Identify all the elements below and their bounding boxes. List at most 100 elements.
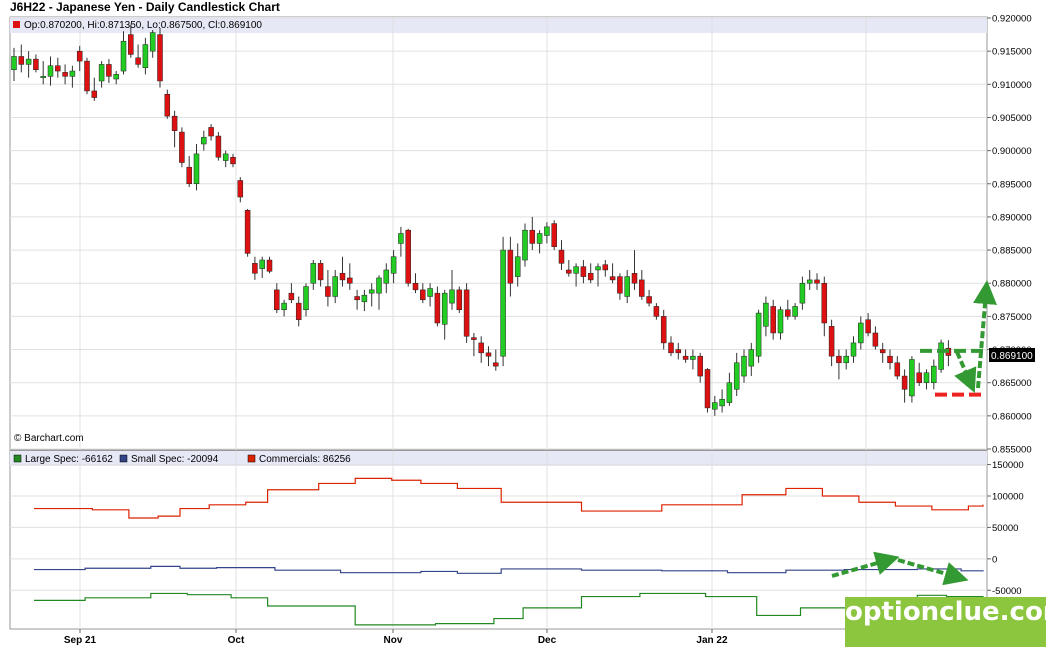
- small-spec-legend: Small Spec: -20094: [131, 454, 219, 465]
- price-tick-label: 0.905000: [992, 113, 1032, 124]
- candle-body-up: [11, 56, 17, 70]
- candle-body-up: [712, 402, 718, 410]
- candle-body-up: [69, 70, 76, 77]
- candle-body-up: [390, 256, 397, 274]
- candle-body-up: [799, 282, 806, 304]
- candle-body-down: [478, 342, 484, 354]
- commercials-swatch: [247, 454, 256, 463]
- candle-body-down: [639, 279, 645, 297]
- x-tick-label: Sep 21: [64, 635, 97, 646]
- small-spec-swatch: [119, 454, 128, 463]
- candle: [755, 309, 762, 363]
- candle-body-down: [295, 302, 302, 320]
- candle-body-down: [463, 289, 470, 337]
- candle-body-up: [522, 229, 528, 261]
- x-tick-label: Oct: [228, 635, 245, 646]
- candle-body-down: [420, 289, 426, 301]
- candle-body-up: [427, 288, 433, 297]
- candle-body-up: [923, 372, 930, 383]
- x-tick-label: Nov: [384, 635, 403, 646]
- candle-body-down: [106, 64, 112, 77]
- candle-body-down: [551, 223, 557, 248]
- candle-body-up: [281, 302, 287, 311]
- candle-body-down: [171, 115, 178, 131]
- candle-body-up: [806, 279, 813, 284]
- candle-body-down: [916, 372, 922, 383]
- candle-body-up: [719, 399, 725, 407]
- candle-body-down: [894, 362, 901, 377]
- candle-body-up: [201, 137, 207, 145]
- candle-body-down: [529, 229, 536, 244]
- candle-body-up: [755, 312, 762, 357]
- candle: [938, 339, 944, 373]
- candle-body-down: [814, 279, 820, 284]
- candle-body-down: [887, 355, 893, 364]
- price-tick-label: 0.865000: [992, 378, 1032, 389]
- candle-body-up: [259, 259, 265, 269]
- cot-tick-label: 100000: [992, 492, 1024, 503]
- candle: [463, 283, 470, 343]
- candle: [522, 223, 528, 267]
- price-axis-labels: 0.920000 0.915000 0.910000 0.905000 0.900000…: [992, 14, 1032, 456]
- candle-body-up: [361, 294, 368, 303]
- cot-tick-label: -50000: [992, 586, 1022, 597]
- candle-body-up: [690, 355, 696, 360]
- candle-body-up: [624, 276, 630, 297]
- candle-body-down: [507, 249, 514, 284]
- price-tick-label: 0.885000: [992, 246, 1032, 257]
- cot-axis-labels: 150000 100000 50000 0 -50000: [992, 460, 1024, 597]
- price-panel: [9, 16, 988, 451]
- chart-canvas: 0.920000 0.915000 0.910000 0.905000 0.900000…: [9, 14, 1035, 646]
- candle: [551, 220, 557, 251]
- candle-body-down: [347, 277, 353, 284]
- cot-tick-label: 50000: [992, 523, 1018, 534]
- candle-body-down: [288, 292, 295, 301]
- candle-body-down: [901, 375, 908, 390]
- candle-body-up: [120, 40, 127, 72]
- candle-body-down: [237, 180, 244, 198]
- last-price-value: 0.869100: [991, 351, 1033, 362]
- candle-body-down: [828, 326, 835, 357]
- candle-body-down: [697, 355, 703, 377]
- candle-body-down: [485, 352, 492, 357]
- candle-body-down: [164, 94, 171, 117]
- candle-body-up: [25, 58, 32, 65]
- price-tick-label: 0.900000: [992, 146, 1032, 157]
- candle-body-down: [587, 273, 594, 281]
- candle: [909, 356, 915, 403]
- candle-body-down: [872, 332, 879, 347]
- candle-body-down: [660, 316, 667, 344]
- candle-body-up: [303, 286, 309, 311]
- candle-body-down: [339, 273, 346, 281]
- price-tick-label: 0.875000: [992, 312, 1032, 323]
- candle-body-down: [580, 266, 587, 277]
- candle: [456, 286, 463, 314]
- candle-body-down: [602, 264, 609, 271]
- candle-body-down: [668, 342, 674, 354]
- candle-body-down: [317, 263, 324, 281]
- candle-body-down: [836, 355, 842, 364]
- candle-body-down: [354, 296, 360, 301]
- candle-body-down: [84, 60, 90, 92]
- candle-body-down: [62, 72, 68, 77]
- candle-body-down: [55, 65, 61, 72]
- candle: [84, 57, 90, 95]
- cot-tick-label: 150000: [992, 460, 1024, 471]
- candle-body-down: [412, 282, 419, 291]
- candle: [500, 236, 506, 367]
- candle-body-down: [128, 34, 134, 55]
- candle-body-down: [456, 289, 463, 311]
- candle-body-up: [376, 277, 382, 294]
- candle-body-up: [573, 266, 579, 274]
- candle-body-down: [566, 269, 572, 274]
- price-tick-label: 0.860000: [992, 411, 1032, 422]
- candle-body-down: [266, 259, 273, 272]
- candle-body-down: [76, 50, 83, 62]
- candle-body-down: [865, 319, 871, 334]
- candle-body-down: [157, 34, 163, 82]
- candle-body-down: [785, 309, 791, 317]
- candle-body-up: [748, 349, 755, 367]
- candle-body-down: [682, 355, 689, 360]
- candle-body-down: [135, 57, 141, 65]
- candle-body-up: [500, 249, 506, 357]
